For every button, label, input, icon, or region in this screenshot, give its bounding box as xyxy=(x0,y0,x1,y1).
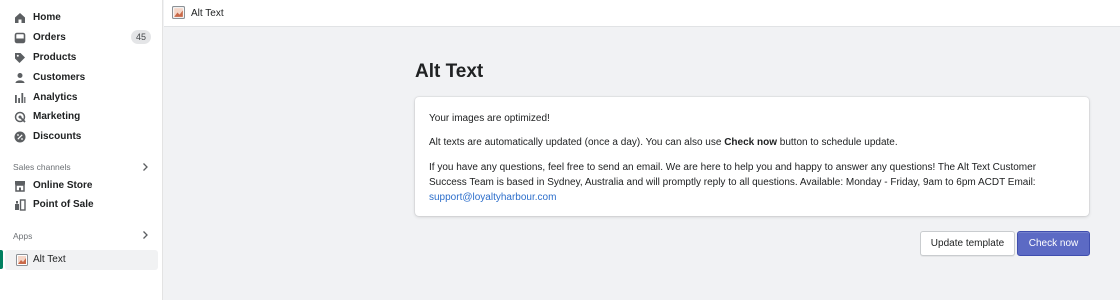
sidebar-item-marketing[interactable]: Marketing xyxy=(0,107,163,127)
page-title: Alt Text xyxy=(415,61,484,82)
auto-update-text: Alt texts are automatically updated (onc… xyxy=(429,137,725,148)
info-card: Your images are optimized! Alt texts are… xyxy=(415,97,1089,216)
active-indicator xyxy=(0,250,3,269)
sidebar-item-label: Home xyxy=(33,12,61,23)
sidebar-item-point-of-sale[interactable]: Point of Sale xyxy=(0,195,163,215)
orders-icon xyxy=(13,31,27,45)
orders-count-badge: 45 xyxy=(130,30,151,44)
sidebar-item-label: Alt Text xyxy=(33,254,66,265)
sidebar-item-alt-text[interactable]: Alt Text xyxy=(5,250,158,270)
apps-heading: Apps xyxy=(13,231,33,241)
sidebar-item-home[interactable]: Home xyxy=(0,8,163,28)
sidebar-item-label: Orders xyxy=(33,32,66,43)
sidebar-item-label: Analytics xyxy=(33,92,78,103)
support-email-link[interactable]: support@loyaltyharbour.com xyxy=(429,192,556,203)
sidebar-item-label: Point of Sale xyxy=(33,199,94,210)
sidebar: Home Orders 45 Products Customers Analyt… xyxy=(0,0,163,300)
chevron-right-icon[interactable] xyxy=(140,162,150,172)
home-icon xyxy=(13,11,27,25)
sidebar-item-discounts[interactable]: Discounts xyxy=(0,127,163,147)
auto-update-info: Alt texts are automatically updated (onc… xyxy=(429,135,898,150)
sidebar-item-label: Discounts xyxy=(33,131,82,142)
sidebar-item-label: Online Store xyxy=(33,180,93,191)
alt-text-app-icon xyxy=(15,253,29,267)
chevron-right-icon[interactable] xyxy=(140,230,150,240)
tag-icon xyxy=(13,51,27,65)
sidebar-item-label: Marketing xyxy=(33,111,81,122)
sidebar-item-label: Products xyxy=(33,52,77,63)
bar-chart-icon xyxy=(13,91,27,105)
contact-info: If you have any questions, feel free to … xyxy=(429,160,1069,205)
marketing-icon xyxy=(13,110,27,124)
sidebar-item-label: Customers xyxy=(33,72,86,83)
discount-icon xyxy=(13,130,27,144)
app-header: Alt Text xyxy=(164,0,1120,27)
update-template-button[interactable]: Update template xyxy=(920,231,1015,256)
contact-text: If you have any questions, feel free to … xyxy=(429,162,1037,188)
sidebar-item-analytics[interactable]: Analytics xyxy=(0,88,163,108)
sidebar-item-products[interactable]: Products xyxy=(0,48,163,68)
app-title: Alt Text xyxy=(191,8,224,19)
person-icon xyxy=(13,71,27,85)
sidebar-item-orders[interactable]: Orders 45 xyxy=(0,28,163,48)
pos-icon xyxy=(13,198,27,212)
check-now-button[interactable]: Check now xyxy=(1017,231,1090,256)
sidebar-item-customers[interactable]: Customers xyxy=(0,68,163,88)
check-now-emphasis: Check now xyxy=(724,137,777,148)
sidebar-item-online-store[interactable]: Online Store xyxy=(0,176,163,196)
sales-channels-heading: Sales channels xyxy=(13,162,71,172)
auto-update-text: button to schedule update. xyxy=(776,137,898,148)
alt-text-app-icon xyxy=(172,6,185,19)
status-message: Your images are optimized! xyxy=(429,113,550,124)
store-icon xyxy=(13,179,27,193)
